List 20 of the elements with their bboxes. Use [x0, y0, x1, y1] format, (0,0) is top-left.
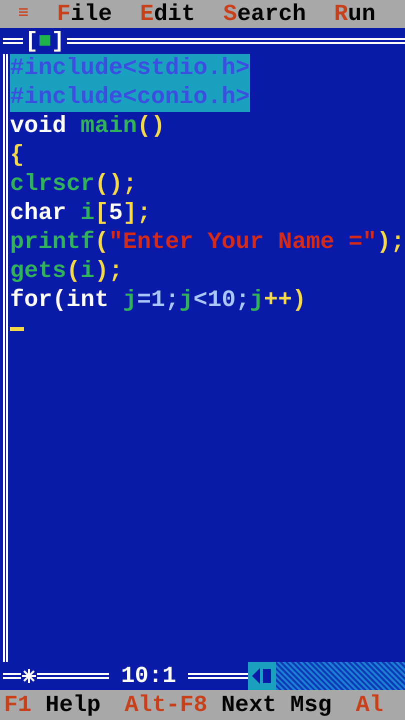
- horizontal-scrollbar[interactable]: [248, 662, 405, 690]
- menu-item[interactable]: Search: [223, 1, 306, 27]
- menu-item[interactable]: Edit: [140, 1, 196, 27]
- text-cursor: [10, 327, 24, 331]
- code-line: void main(): [10, 112, 166, 141]
- code-line: clrscr();: [10, 170, 137, 199]
- menu-item[interactable]: Run: [334, 1, 376, 27]
- shortcut-hint: Al: [356, 692, 384, 718]
- code-line: gets(i);: [10, 257, 123, 286]
- scroll-left-icon[interactable]: [248, 662, 276, 690]
- code-line: char i[5];: [10, 199, 152, 228]
- shortcut-hint: Alt-F8 Next Msg: [124, 692, 332, 718]
- cursor-position: 10:1: [120, 663, 178, 689]
- code-line: for(int j=1;j<10;j++): [10, 286, 306, 315]
- window-frame-line: [3, 673, 21, 679]
- menu-item[interactable]: File: [56, 1, 112, 27]
- shortcut-hint: F1 Help: [4, 692, 101, 718]
- code-line: printf("Enter Your Name =");: [10, 228, 405, 257]
- resize-corner-icon[interactable]: [21, 668, 37, 684]
- code-line: {: [10, 141, 24, 170]
